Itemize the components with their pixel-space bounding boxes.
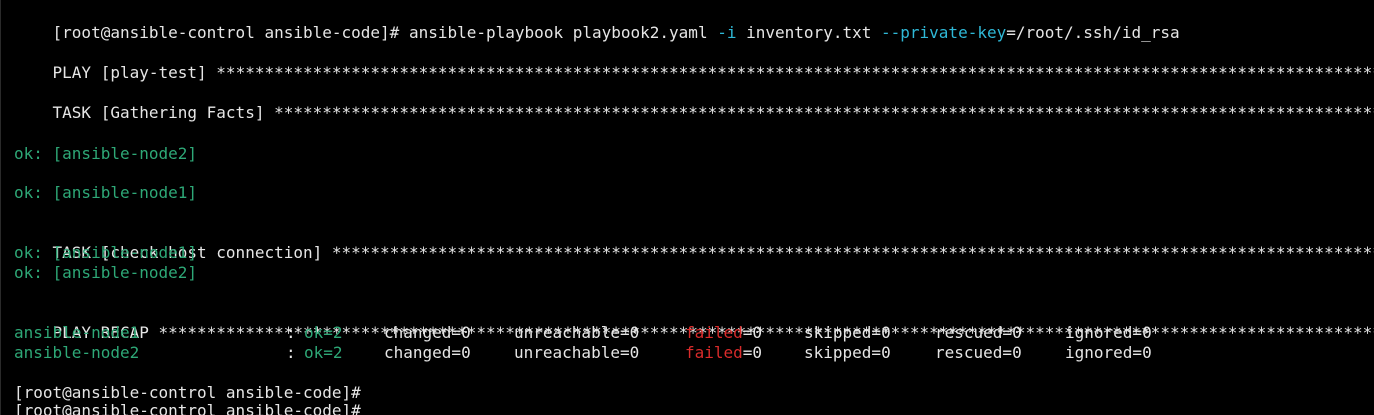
separator-stars: ****************************************…	[331, 243, 1374, 262]
separator-stars: ****************************************…	[274, 103, 1374, 122]
recap-ok: ok=2	[304, 343, 343, 362]
gather-result-line: ok: [ansible-node1]	[14, 183, 198, 202]
recap-failed-label: failed	[685, 343, 743, 362]
task-gather-header: TASK [Gathering Facts]	[52, 103, 265, 122]
play-header: PLAY [play-test]	[52, 63, 207, 82]
recap-skipped: skipped=0	[804, 343, 891, 362]
check-result-line: ok: [ansible-node1]	[14, 243, 198, 262]
recap-ignored: ignored=0	[1065, 323, 1152, 342]
private-key-flag: --private-key	[881, 23, 1007, 42]
separator-stars: ****************************************…	[216, 63, 1374, 82]
recap-failed: failed=0	[685, 343, 762, 363]
inventory-value: inventory.txt	[746, 23, 872, 42]
gather-result-line: ok: [ansible-node2]	[14, 144, 198, 163]
recap-changed: changed=0	[384, 323, 471, 342]
recap-colon: :	[286, 323, 296, 342]
recap-unreachable: unreachable=0	[514, 323, 640, 342]
play-header-line: PLAY [play-test] ***********************…	[14, 43, 1374, 82]
command-line: [root@ansible-control ansible-code]# ans…	[14, 3, 1180, 42]
shell-prompt-line[interactable]: [root@ansible-control ansible-code]#	[14, 401, 361, 415]
check-result-line: ok: [ansible-node2]	[14, 263, 198, 282]
recap-colon: :	[286, 343, 296, 362]
terminal-window[interactable]: [root@ansible-control ansible-code]# ans…	[0, 0, 1374, 415]
command-program: ansible-playbook playbook2.yaml	[408, 23, 708, 42]
task-check-header-line: TASK [check host connection] ***********…	[14, 223, 1374, 262]
recap-rescued: rescued=0	[935, 323, 1022, 342]
recap-host: ansible-node2	[14, 343, 140, 362]
recap-row: ansible-node2 : ok=2 changed=0 unreachab…	[14, 343, 1354, 363]
recap-row: ansible-node1 : ok=2 changed=0 unreachab…	[14, 323, 1354, 343]
recap-ok: ok=2	[304, 323, 343, 342]
recap-failed-value: =0	[742, 343, 763, 362]
shell-prompt-line[interactable]: [root@ansible-control ansible-code]#	[14, 383, 361, 403]
private-key-value: =/root/.ssh/id_rsa	[1006, 23, 1180, 42]
shell-prompt: [root@ansible-control ansible-code]#	[52, 23, 400, 42]
task-gather-header-line: TASK [Gathering Facts] *****************…	[14, 83, 1374, 122]
recap-rescued: rescued=0	[935, 343, 1022, 362]
recap-failed-label: failed	[685, 323, 743, 342]
recap-header-line: PLAY RECAP *****************************…	[14, 303, 1374, 342]
recap-changed: changed=0	[384, 343, 471, 362]
recap-failed: failed=0	[685, 323, 762, 343]
recap-ignored: ignored=0	[1065, 343, 1152, 362]
recap-skipped: skipped=0	[804, 323, 891, 342]
recap-unreachable: unreachable=0	[514, 343, 640, 362]
inventory-flag: -i	[717, 23, 737, 42]
recap-failed-value: =0	[742, 323, 763, 342]
recap-host: ansible-node1	[14, 323, 140, 342]
